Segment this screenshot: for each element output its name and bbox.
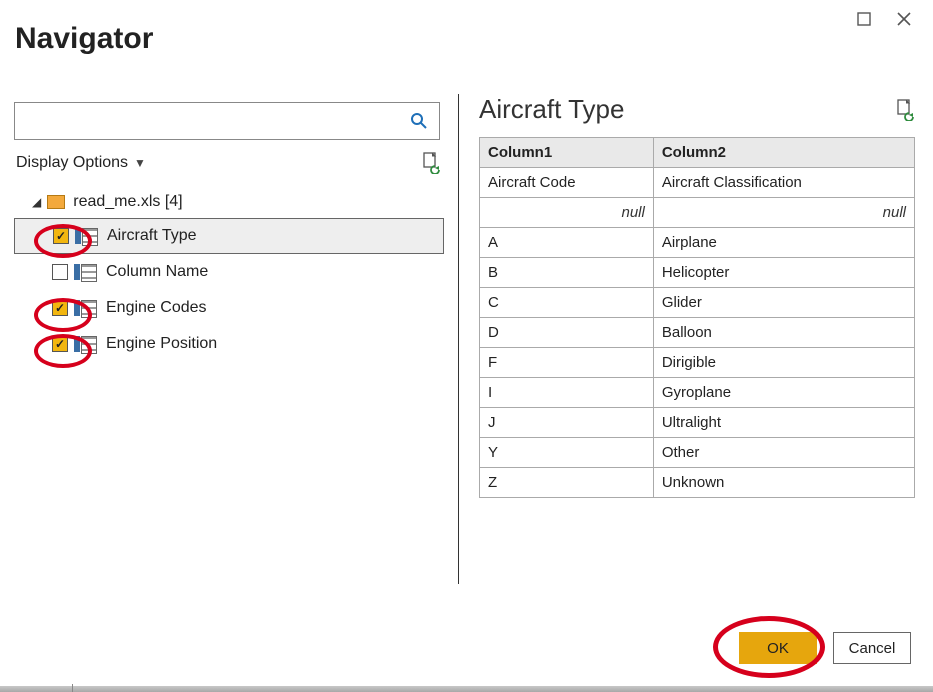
table-icon: [75, 228, 97, 244]
tree-node-label: Engine Position: [106, 335, 217, 353]
table-row: nullnull: [480, 198, 915, 228]
cell: Y: [480, 438, 654, 468]
search-input[interactable]: [15, 103, 399, 139]
cell: Aircraft Classification: [653, 168, 914, 198]
page-title: Navigator: [15, 22, 153, 56]
table-row: CGlider: [480, 288, 915, 318]
table-icon: [74, 264, 96, 280]
column-header[interactable]: Column2: [653, 138, 914, 168]
cell: null: [480, 198, 654, 228]
cell: Other: [653, 438, 914, 468]
refresh-preview-icon[interactable]: [895, 99, 915, 121]
cell: I: [480, 378, 654, 408]
cell: J: [480, 408, 654, 438]
cell: Gyroplane: [653, 378, 914, 408]
tree-node-label: Aircraft Type: [107, 227, 197, 245]
folder-icon: [47, 195, 65, 209]
cancel-button[interactable]: Cancel: [833, 632, 911, 664]
table-row: AAirplane: [480, 228, 915, 258]
tree-node-column-name[interactable]: Column Name: [14, 254, 444, 290]
cell: Glider: [653, 288, 914, 318]
window-footer-edge: [0, 686, 933, 692]
tree-file-root[interactable]: ◢ read_me.xls [4]: [14, 186, 444, 218]
refresh-tree-icon[interactable]: [420, 152, 442, 174]
cell: Helicopter: [653, 258, 914, 288]
checkbox[interactable]: [52, 264, 68, 280]
table-row: BHelicopter: [480, 258, 915, 288]
table-row: YOther: [480, 438, 915, 468]
tree-node-engine-codes[interactable]: Engine Codes: [14, 290, 444, 326]
tree: ◢ read_me.xls [4] Aircraft Type Column N…: [14, 186, 444, 362]
table-row: Aircraft CodeAircraft Classification: [480, 168, 915, 198]
close-button[interactable]: [893, 8, 915, 30]
cell: Balloon: [653, 318, 914, 348]
cell: Unknown: [653, 468, 914, 498]
table-row: ZUnknown: [480, 468, 915, 498]
left-panel: Display Options ▼ ◢ read_me.xls [4]: [14, 94, 444, 582]
search-icon[interactable]: [399, 103, 439, 139]
checkbox[interactable]: [52, 336, 68, 352]
table-row: JUltralight: [480, 408, 915, 438]
preview-panel: Aircraft Type Column1Column2 Aircraft Co…: [479, 94, 915, 582]
chevron-down-icon[interactable]: ▼: [134, 156, 146, 170]
tree-node-aircraft-type[interactable]: Aircraft Type: [14, 218, 444, 254]
cell: Z: [480, 468, 654, 498]
cell: F: [480, 348, 654, 378]
cell: A: [480, 228, 654, 258]
cell: Ultralight: [653, 408, 914, 438]
cell: D: [480, 318, 654, 348]
cell: null: [653, 198, 914, 228]
table-row: IGyroplane: [480, 378, 915, 408]
table-row: DBalloon: [480, 318, 915, 348]
table-row: FDirigible: [480, 348, 915, 378]
tree-node-label: Engine Codes: [106, 299, 207, 317]
display-options-label[interactable]: Display Options: [16, 154, 132, 172]
checkbox[interactable]: [53, 228, 69, 244]
caret-down-icon[interactable]: ◢: [32, 195, 41, 209]
cell: Dirigible: [653, 348, 914, 378]
table-icon: [74, 300, 96, 316]
checkbox[interactable]: [52, 300, 68, 316]
cell: Airplane: [653, 228, 914, 258]
table-icon: [74, 336, 96, 352]
panel-divider: [458, 94, 459, 584]
search-field[interactable]: [14, 102, 440, 140]
cell: Aircraft Code: [480, 168, 654, 198]
tree-node-label: Column Name: [106, 263, 208, 281]
ok-button[interactable]: OK: [739, 632, 817, 664]
dialog-footer: OK Cancel: [739, 632, 911, 664]
tree-node-engine-position[interactable]: Engine Position: [14, 326, 444, 362]
preview-table: Column1Column2 Aircraft CodeAircraft Cla…: [479, 137, 915, 498]
column-header[interactable]: Column1: [480, 138, 654, 168]
cell: B: [480, 258, 654, 288]
maximize-button[interactable]: [853, 8, 875, 30]
tree-file-label: read_me.xls [4]: [73, 193, 182, 211]
preview-title: Aircraft Type: [479, 94, 895, 125]
cell: C: [480, 288, 654, 318]
